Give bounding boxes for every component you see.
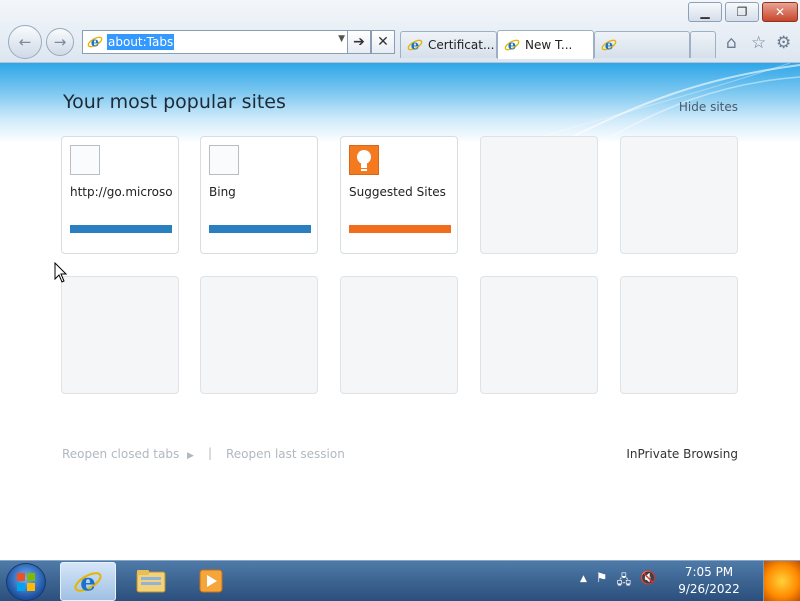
empty-site-tile[interactable] (620, 136, 738, 254)
media-player-icon (199, 569, 223, 592)
internet-explorer-icon: e (74, 567, 102, 596)
site-favicon (209, 145, 239, 175)
site-tile-microsoft[interactable]: http://go.microso (61, 136, 179, 254)
reopen-closed-tabs-link[interactable]: Reopen closed tabs ▶ (62, 447, 194, 461)
svg-text:e: e (605, 39, 613, 54)
folder-icon (136, 569, 166, 592)
site-name: Bing (209, 185, 236, 199)
gear-icon[interactable]: ⚙ (776, 33, 791, 53)
empty-site-tile[interactable] (480, 276, 598, 394)
close-icon[interactable]: ✕ (762, 2, 798, 22)
empty-site-tile[interactable] (200, 276, 318, 394)
svg-text:e: e (411, 39, 419, 54)
start-button[interactable] (6, 563, 46, 601)
tab-label: New T... (525, 38, 573, 52)
go-arrow-icon: ➔ (353, 34, 365, 50)
show-desktop-button[interactable] (763, 561, 800, 601)
show-hidden-icons-icon[interactable]: ▲ (580, 574, 587, 593)
tab-certificate[interactable]: e Certificat... (400, 31, 497, 58)
site-name: http://go.microso (70, 185, 173, 199)
minimize-icon[interactable]: ▁ (688, 2, 722, 22)
tab-label: Certificat... (428, 38, 495, 52)
url-text[interactable]: about:Tabs (107, 34, 175, 50)
site-tile-bing[interactable]: Bing (200, 136, 318, 254)
volume-muted-icon[interactable]: 🔇 (640, 571, 656, 593)
system-tray: ▲ ⚑ 🖧 🔇 (580, 571, 656, 593)
ie-page-icon: e (87, 34, 103, 51)
clock[interactable]: 7:05 PM 9/26/2022 (668, 564, 750, 598)
stop-icon: ✕ (377, 34, 389, 50)
reopen-last-session-link[interactable]: Reopen last session (226, 447, 345, 461)
ie-tab-icon: e (601, 37, 617, 54)
network-icon[interactable]: 🖧 (617, 571, 632, 593)
lightbulb-icon (349, 145, 379, 175)
hide-sites-link[interactable]: Hide sites (679, 100, 738, 114)
taskbar-file-explorer[interactable] (124, 562, 178, 599)
svg-text:e: e (508, 39, 516, 54)
footer-separator: | (208, 446, 213, 460)
mouse-cursor-icon (54, 261, 68, 288)
address-dropdown-icon[interactable]: ▼ (338, 34, 345, 44)
windows-logo-icon (17, 573, 35, 591)
site-visit-bar (349, 225, 451, 233)
back-arrow-icon: ← (18, 33, 32, 51)
go-button[interactable]: ➔ (347, 30, 371, 54)
clock-date: 9/26/2022 (678, 582, 740, 596)
action-center-flag-icon[interactable]: ⚑ (596, 571, 608, 593)
new-tab-button[interactable] (690, 31, 716, 58)
svg-text:e: e (91, 36, 99, 51)
site-visit-bar (209, 225, 311, 233)
ie-tab-icon: e (504, 37, 520, 54)
svg-text:e: e (80, 567, 96, 596)
empty-site-tile[interactable] (61, 276, 179, 394)
home-icon[interactable]: ⌂ (726, 33, 737, 53)
tab-blank[interactable]: e (594, 31, 690, 58)
empty-site-tile[interactable] (620, 276, 738, 394)
empty-site-tile[interactable] (480, 136, 598, 254)
stop-button[interactable]: ✕ (371, 30, 395, 54)
site-visit-bar (70, 225, 172, 233)
taskbar-media-player[interactable] (184, 562, 238, 599)
empty-site-tile[interactable] (340, 276, 458, 394)
browser-chrome: ▁ ❐ ✕ ← → e about:Tabs ▼ ➔ ✕ e Certifica… (0, 0, 800, 63)
back-button[interactable]: ← (8, 25, 42, 59)
site-name: Suggested Sites (349, 185, 446, 199)
taskbar: e ▲ ⚑ 🖧 🔇 7:05 PM 9/26/2022 (0, 560, 800, 601)
site-tile-suggested-sites[interactable]: Suggested Sites (340, 136, 458, 254)
caret-right-icon: ▶ (187, 451, 194, 461)
site-favicon (70, 145, 100, 175)
inprivate-browsing-link[interactable]: InPrivate Browsing (626, 447, 738, 461)
address-bar[interactable]: e about:Tabs ▼ (82, 30, 348, 54)
reopen-closed-tabs-label: Reopen closed tabs (62, 447, 180, 461)
forward-arrow-icon: → (53, 33, 67, 51)
restore-icon[interactable]: ❐ (725, 2, 759, 22)
tab-new-tab[interactable]: e New T... (497, 30, 594, 59)
ie-tab-icon: e (407, 37, 423, 54)
window-controls: ▁ ❐ ✕ (688, 2, 798, 22)
favorites-star-icon[interactable]: ☆ (751, 33, 766, 53)
page-title: Your most popular sites (63, 91, 286, 113)
taskbar-internet-explorer[interactable]: e (60, 562, 116, 601)
forward-button[interactable]: → (46, 28, 74, 56)
clock-time: 7:05 PM (684, 565, 734, 579)
